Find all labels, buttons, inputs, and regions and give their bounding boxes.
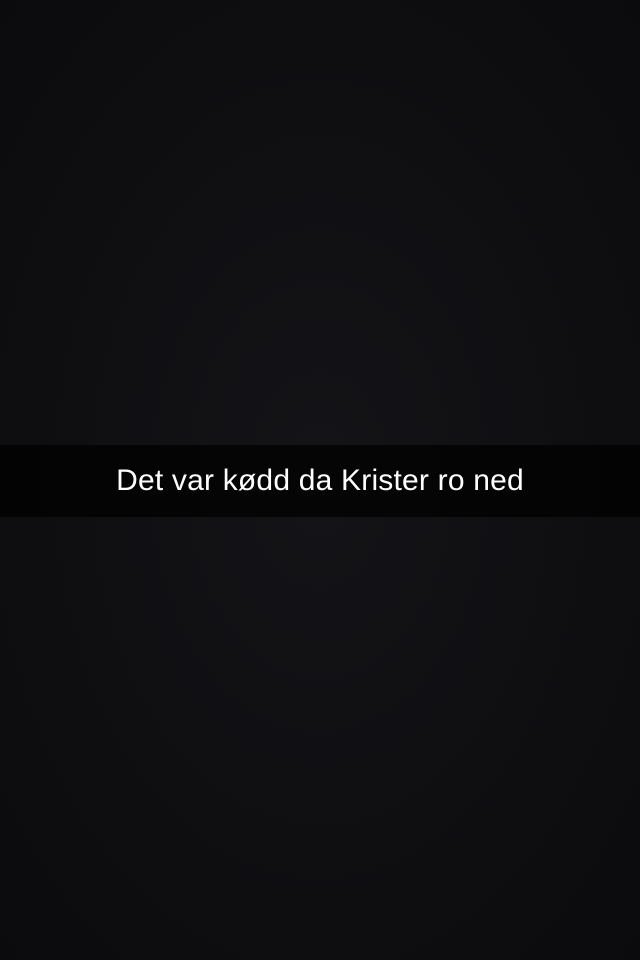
caption-text: Det var kødd da Krister ro ned <box>116 464 524 497</box>
snap-viewport[interactable]: Det var kødd da Krister ro ned <box>0 0 640 960</box>
caption-bar[interactable]: Det var kødd da Krister ro ned <box>0 445 640 517</box>
